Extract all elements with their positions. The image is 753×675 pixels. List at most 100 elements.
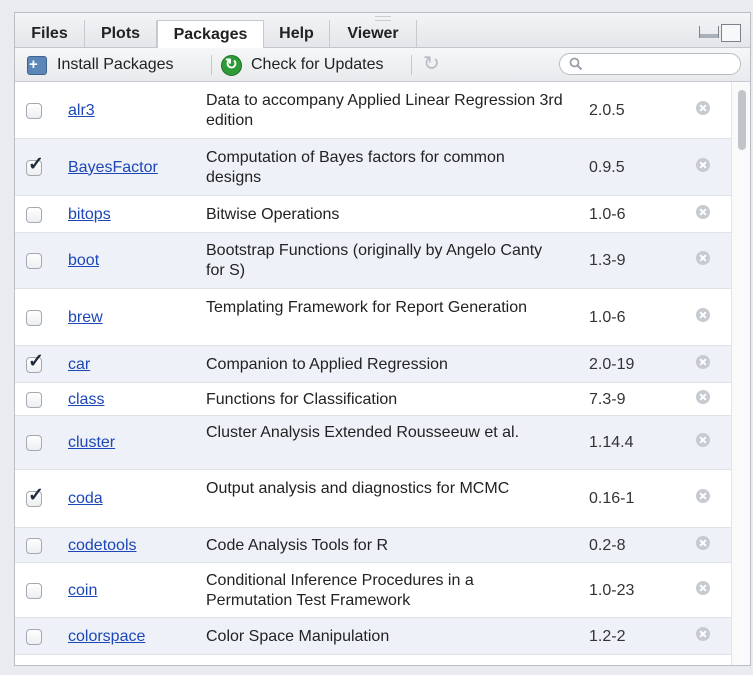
- package-loaded-checkbox[interactable]: ✓: [26, 582, 42, 599]
- pane-tab-bar: Files Plots Packages Help Viewer: [15, 13, 750, 48]
- minimize-pane-icon[interactable]: [699, 26, 719, 38]
- package-name-link[interactable]: boot: [68, 252, 99, 270]
- search-input[interactable]: [588, 55, 738, 75]
- toolbar-divider: [211, 55, 212, 75]
- package-version: 0.9.5: [589, 158, 625, 176]
- package-loaded-checkbox[interactable]: ✓: [26, 102, 42, 119]
- remove-package-icon[interactable]: [696, 626, 710, 641]
- package-description: Bitwise Operations: [206, 205, 340, 223]
- package-description: Bootstrap Functions (originally by Angel…: [206, 242, 543, 279]
- check-updates-label: Check for Updates: [251, 56, 384, 73]
- package-row: ✓ coda Output analysis and diagnostics for…: [15, 470, 731, 528]
- package-row: ✓ alr3 Data to accompany Applied Linear Re…: [15, 82, 731, 139]
- package-version: 1.14.4: [589, 434, 634, 451]
- package-version: 2.0-19: [589, 355, 635, 373]
- remove-package-icon[interactable]: [696, 251, 710, 265]
- package-name-link[interactable]: alr3: [68, 102, 95, 120]
- remove-package-icon[interactable]: [696, 489, 710, 503]
- package-version: 1.0-6: [589, 308, 626, 326]
- vertical-scrollbar[interactable]: [731, 82, 750, 665]
- package-row: ✓ codetools Code Analysis Tools for R 0.2-8: [15, 528, 731, 563]
- package-name-link[interactable]: coda: [68, 490, 103, 508]
- remove-package-icon[interactable]: [696, 100, 710, 115]
- package-row: ✓ cluster Cluster Analysis Extended Rousse…: [15, 416, 731, 470]
- package-description: Templating Framework for Report Generati…: [206, 298, 528, 316]
- tab-packages[interactable]: Packages: [157, 20, 264, 48]
- package-name-link[interactable]: car: [68, 356, 90, 374]
- package-row: ✓ BayesFactor Computation of Bayes factors…: [15, 139, 731, 196]
- package-loaded-checkbox[interactable]: ✓: [26, 435, 42, 451]
- package-name-link[interactable]: colorspace: [68, 628, 145, 646]
- package-version: 1.0-6: [589, 205, 626, 223]
- package-version: 1.0-23: [589, 581, 635, 599]
- package-version: 2.0.5: [589, 101, 625, 119]
- tab-help[interactable]: Help: [264, 20, 330, 47]
- search-icon: [569, 57, 583, 71]
- package-loaded-checkbox[interactable]: ✓: [26, 155, 44, 176]
- package-description: Data to accompany Applied Linear Regress…: [206, 91, 563, 129]
- package-loaded-checkbox[interactable]: ✓: [26, 309, 42, 326]
- package-row: ✓ bitops Bitwise Operations 1.0-6: [15, 196, 731, 233]
- package-description: Code Analysis Tools for R: [206, 536, 389, 554]
- check-updates-button[interactable]: Check for Updates: [221, 48, 401, 81]
- package-version: 0.2-8: [589, 536, 626, 554]
- toolbar-divider: [411, 55, 412, 75]
- package-name-link[interactable]: class: [68, 391, 104, 409]
- package-description: Conditional Inference Procedures in a Pe…: [206, 571, 474, 609]
- package-row: ✓ coin Conditional Inference Procedures in…: [15, 563, 731, 618]
- package-description: Functions for Classification: [206, 390, 398, 408]
- packages-pane: Files Plots Packages Help Viewer Install…: [14, 12, 751, 666]
- remove-package-icon[interactable]: [696, 354, 710, 369]
- package-loaded-checkbox[interactable]: ✓: [26, 352, 44, 373]
- package-loaded-checkbox[interactable]: ✓: [26, 486, 44, 507]
- package-row: ✓ colorspace Color Space Manipulation 1.2-2: [15, 618, 731, 655]
- package-list: ✓ alr3 Data to accompany Applied Linear Re…: [15, 82, 731, 665]
- package-name-link[interactable]: bitops: [68, 206, 111, 224]
- package-row: ✓ class Functions for Classification 7.3-9: [15, 383, 731, 416]
- tab-files[interactable]: Files: [15, 20, 85, 47]
- install-package-icon: [27, 48, 47, 81]
- package-version: 7.3-9: [589, 390, 626, 408]
- package-description: Companion to Applied Regression: [206, 355, 448, 373]
- package-description: Output analysis and diagnostics for MCMC: [206, 480, 510, 497]
- package-version: 1.2-2: [589, 627, 626, 645]
- install-packages-label: Install Packages: [57, 56, 174, 73]
- package-name-link[interactable]: BayesFactor: [68, 159, 158, 177]
- update-icon: [221, 48, 242, 81]
- remove-package-icon[interactable]: [696, 535, 710, 550]
- package-description: Computation of Bayes factors for common …: [206, 148, 505, 186]
- packages-toolbar: Install Packages Check for Updates ↻: [15, 48, 750, 82]
- package-loaded-checkbox[interactable]: ✓: [26, 391, 42, 408]
- tab-plots[interactable]: Plots: [85, 20, 157, 47]
- package-loaded-checkbox[interactable]: ✓: [26, 537, 42, 554]
- package-name-link[interactable]: coin: [68, 582, 97, 600]
- checkmark-icon: ✓: [28, 485, 44, 506]
- package-row: ✓ car Companion to Applied Regression 2.0-1…: [15, 346, 731, 383]
- remove-package-icon[interactable]: [696, 389, 710, 404]
- package-row: ✓ boot Bootstrap Functions (originally by …: [15, 233, 731, 289]
- package-name-link[interactable]: cluster: [68, 434, 115, 452]
- remove-package-icon[interactable]: [696, 580, 710, 595]
- package-version: 1.3-9: [589, 252, 626, 269]
- package-loaded-checkbox[interactable]: ✓: [26, 206, 42, 223]
- remove-package-icon[interactable]: [696, 204, 710, 219]
- package-description: Color Space Manipulation: [206, 627, 390, 645]
- remove-package-icon[interactable]: [696, 157, 710, 172]
- checkmark-icon: ✓: [28, 153, 44, 175]
- refresh-icon[interactable]: ↻: [423, 51, 440, 77]
- scrollbar-thumb[interactable]: [738, 90, 746, 150]
- install-packages-button[interactable]: Install Packages: [27, 48, 205, 81]
- remove-package-icon[interactable]: [696, 433, 710, 447]
- package-loaded-checkbox[interactable]: ✓: [26, 628, 42, 645]
- maximize-pane-icon[interactable]: [721, 24, 741, 42]
- package-version: 0.16-1: [589, 490, 635, 507]
- package-name-link[interactable]: brew: [68, 309, 103, 327]
- package-row: ✓ brew Templating Framework for Report Gen…: [15, 289, 731, 346]
- search-box[interactable]: [559, 53, 741, 75]
- package-description: Cluster Analysis Extended Rousseeuw et a…: [206, 424, 520, 441]
- package-loaded-checkbox[interactable]: ✓: [26, 253, 42, 269]
- tab-viewer[interactable]: Viewer: [330, 20, 417, 47]
- package-name-link[interactable]: codetools: [68, 537, 137, 555]
- checkmark-icon: ✓: [28, 350, 44, 372]
- remove-package-icon[interactable]: [696, 307, 710, 322]
